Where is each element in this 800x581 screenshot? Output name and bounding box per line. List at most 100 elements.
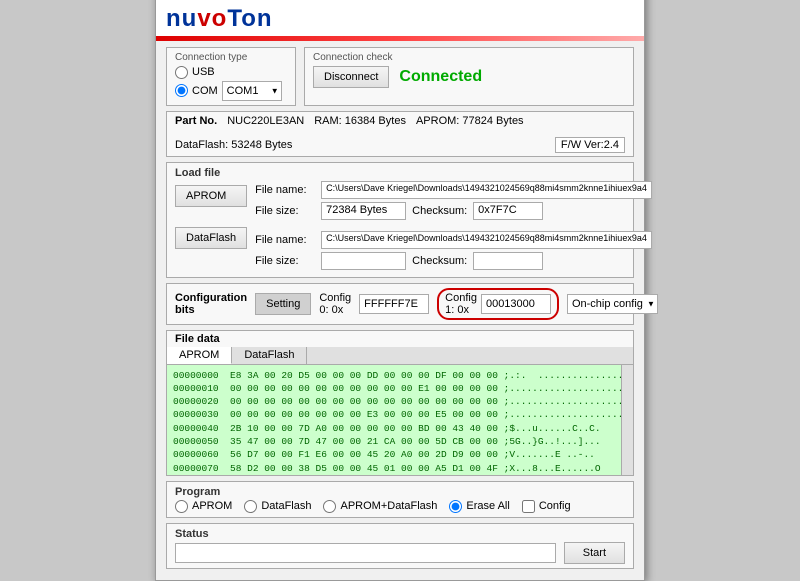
hex-line: 00000020 00 00 00 00 00 00 00 00 00 00 0… (173, 395, 627, 408)
part-no-section: Part No. NUC220LE3AN RAM: 16384 Bytes AP… (166, 111, 634, 157)
aprom-filename-row: File name: C:\Users\Dave Kriegel\Downloa… (255, 181, 652, 199)
conn-type-label: Connection type (175, 52, 287, 63)
top-sections: Connection type USB COM COM1 (166, 47, 634, 106)
conn-check-row: Disconnect Connected (313, 66, 625, 88)
status-section: Status Start (166, 523, 634, 569)
com-label: COM (192, 85, 218, 97)
prog-both-radio[interactable] (323, 500, 336, 513)
file-data-label: File data (167, 331, 633, 347)
load-btn-col: APROM DataFlash (175, 181, 247, 273)
aprom-filesize-value: 72384 Bytes (321, 202, 406, 220)
dataflash-filesize-value (321, 252, 406, 270)
com-radio[interactable] (175, 84, 188, 97)
load-file-section: Load file APROM DataFlash File name: C:\… (166, 162, 634, 278)
tab-dataflash[interactable]: DataFlash (232, 347, 307, 364)
aprom-filename-input[interactable]: C:\Users\Dave Kriegel\Downloads\14943210… (321, 181, 652, 199)
usb-label: USB (192, 66, 215, 78)
load-file-body: APROM DataFlash File name: C:\Users\Dave… (175, 181, 625, 273)
config0-label: Config 0: 0x (319, 292, 351, 316)
aprom-checksum-value: 0x7F7C (473, 202, 543, 220)
config-bits-label: Configuration bits (175, 292, 247, 316)
fw-ver: F/W Ver:2.4 (555, 137, 625, 153)
load-file-label: Load file (175, 167, 625, 179)
aprom-checksum-label: Checksum: (412, 205, 467, 217)
hex-line: 00000070 58 D2 00 00 38 D5 00 00 45 01 0… (173, 462, 627, 475)
dataflash-filename-input[interactable]: C:\Users\Dave Kriegel\Downloads\14943210… (321, 231, 652, 249)
nuvoton-text: nuvoTon (166, 5, 273, 33)
prog-config-checkbox[interactable] (522, 500, 535, 513)
config1-label: Config 1: 0x (445, 292, 477, 316)
dataflash-filename-row: File name: C:\Users\Dave Kriegel\Downloa… (255, 231, 652, 249)
logo-area: nuvoTon (156, 0, 644, 41)
part-no-label: Part No. (175, 115, 217, 127)
dataflash-checksum-label: Checksum: (412, 255, 467, 267)
on-chip-wrapper: On-chip config (567, 294, 658, 314)
dataflash-checksum-value (473, 252, 543, 270)
hex-line: 00000050 35 47 00 00 7D 47 00 00 21 CA 0… (173, 435, 627, 448)
prog-dataflash-radio[interactable] (244, 500, 257, 513)
conn-check-label: Connection check (313, 52, 625, 63)
spacer (255, 223, 652, 231)
file-data-tabs: APROM DataFlash (167, 347, 633, 365)
prog-aprom-row: APROM (175, 500, 232, 513)
config1-input[interactable] (481, 294, 551, 314)
aprom-load-button[interactable]: APROM (175, 185, 247, 207)
prog-aprom-label: APROM (192, 500, 232, 512)
dataflash-filesize-label: File size: (255, 255, 315, 267)
prog-both-row: APROM+DataFlash (323, 500, 437, 513)
com-radio-row: COM COM1 (175, 81, 287, 101)
program-label: Program (175, 486, 625, 498)
connection-check-section: Connection check Disconnect Connected (304, 47, 634, 106)
hex-display[interactable]: 00000000 E8 3A 00 20 D5 00 00 00 DD 00 0… (167, 365, 633, 475)
main-window: N NuMicro ISP Programming Tool V1.44 — □… (155, 0, 645, 581)
on-chip-select[interactable]: On-chip config (567, 294, 658, 314)
prog-dataflash-row: DataFlash (244, 500, 311, 513)
prog-erase-radio[interactable] (449, 500, 462, 513)
hex-display-wrapper: 00000000 E8 3A 00 20 D5 00 00 00 DD 00 0… (167, 365, 633, 475)
status-input[interactable] (175, 543, 556, 563)
disconnect-button[interactable]: Disconnect (313, 66, 389, 88)
aprom-filename-label: File name: (255, 184, 315, 196)
ram-info: RAM: 16384 Bytes (314, 115, 406, 127)
config0-input[interactable] (359, 294, 429, 314)
com-select-wrapper: COM1 (222, 81, 282, 101)
usb-radio[interactable] (175, 66, 188, 79)
start-button[interactable]: Start (564, 542, 625, 564)
prog-both-label: APROM+DataFlash (340, 500, 437, 512)
dataflash-load-button[interactable]: DataFlash (175, 227, 247, 249)
config1-wrapper: Config 1: 0x (437, 288, 559, 320)
part-no-value: NUC220LE3AN (227, 115, 304, 127)
dataflash-info: DataFlash: 53248 Bytes (175, 139, 292, 151)
hex-line: 00000010 00 00 00 00 00 00 00 00 00 00 0… (173, 382, 627, 395)
file-data-section: File data APROM DataFlash 00000000 E8 3A… (166, 330, 634, 476)
scrollbar[interactable] (621, 365, 633, 475)
hex-line: 00000040 2B 10 00 00 7D A0 00 00 00 00 0… (173, 422, 627, 435)
prog-config-label: Config (539, 500, 571, 512)
config-bits-section: Configuration bits Setting Config 0: 0x … (166, 283, 634, 325)
prog-config-row: Config (522, 500, 571, 513)
status-label: Status (175, 528, 625, 540)
conn-type-radios: USB COM COM1 (175, 66, 287, 101)
connection-type-section: Connection type USB COM COM1 (166, 47, 296, 106)
program-radios: APROM DataFlash APROM+DataFlash Erase Al… (175, 500, 625, 513)
com-select[interactable]: COM1 (222, 81, 282, 101)
aprom-filesize-row: File size: 72384 Bytes Checksum: 0x7F7C (255, 202, 652, 220)
logo-main: nuvoTon (156, 0, 644, 35)
hex-line: 00000030 00 00 00 00 00 00 00 00 E3 00 0… (173, 408, 627, 421)
connected-status: Connected (399, 68, 482, 86)
hex-line: 00000000 E8 3A 00 20 D5 00 00 00 DD 00 0… (173, 369, 627, 382)
usb-radio-row: USB (175, 66, 287, 79)
dataflash-filesize-row: File size: Checksum: (255, 252, 652, 270)
tab-aprom[interactable]: APROM (167, 347, 232, 364)
main-content: Connection type USB COM COM1 (156, 41, 644, 580)
prog-aprom-radio[interactable] (175, 500, 188, 513)
dataflash-filename-label: File name: (255, 234, 315, 246)
setting-button[interactable]: Setting (255, 293, 311, 315)
hex-line: 00000060 56 D7 00 00 F1 E6 00 00 45 20 A… (173, 448, 627, 461)
prog-dataflash-label: DataFlash (261, 500, 311, 512)
nuvoton-logo: nuvoTon (166, 5, 273, 33)
prog-erase-row: Erase All (449, 500, 509, 513)
program-section: Program APROM DataFlash APROM+DataFlash … (166, 481, 634, 518)
file-info-col: File name: C:\Users\Dave Kriegel\Downloa… (255, 181, 652, 273)
status-bar-area: Start (175, 542, 625, 564)
